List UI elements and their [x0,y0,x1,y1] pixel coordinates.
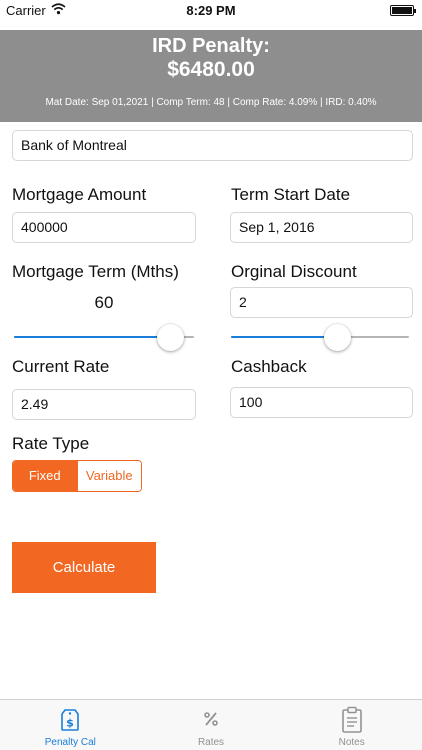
original-discount-slider[interactable] [231,322,409,352]
current-rate-label: Current Rate [12,357,110,376]
mortgage-amount-label: Mortgage Amount [12,185,147,204]
rate-type-fixed[interactable]: Fixed [13,461,77,491]
calculate-button[interactable]: Calculate [12,542,156,593]
rate-type-segmented-control[interactable]: Fixed Variable [12,460,142,492]
term-start-date-label: Term Start Date [231,185,351,204]
dollar-tag-icon: $ [59,708,81,737]
original-discount-field[interactable]: 2 [230,287,413,318]
slider-thumb[interactable] [324,324,352,351]
mortgage-term-slider[interactable] [14,322,194,352]
term-start-date-field[interactable]: Sep 1, 2016 [230,212,413,243]
tab-penalty-cal[interactable]: $ Penalty Cal [0,700,141,750]
tab-rates[interactable]: Rates [141,700,282,750]
clipboard-icon [341,706,363,739]
current-rate-field[interactable]: 2.49 [12,389,196,420]
tab-label: Notes [338,737,365,748]
status-bar: Carrier 8:29 PM [0,0,422,22]
tab-notes[interactable]: Notes [281,700,422,750]
cashback-field[interactable]: 100 [230,387,413,418]
slider-fill [231,336,338,338]
cashback-label: Cashback [231,357,307,376]
clock-time: 8:29 PM [186,3,236,18]
mortgage-amount-field[interactable]: 400000 [12,212,196,243]
penalty-amount: $6480.00 [167,58,255,81]
tab-label: Rates [197,737,225,748]
original-discount-label: Orginal Discount [231,262,357,281]
penalty-summary: Mat Date: Sep 01,2021 | Comp Term: 48 | … [45,97,377,108]
battery-icon [390,5,416,16]
penalty-title: IRD Penalty: [152,35,270,57]
rate-type-variable[interactable]: Variable [76,461,141,491]
penalty-header: IRD Penalty: $6480.00 Mat Date: Sep 01,2… [0,30,422,122]
percent-icon [203,710,219,733]
slider-fill [14,336,171,338]
bank-field[interactable]: Bank of Montreal [12,130,413,161]
mortgage-term-label: Mortgage Term (Mths) [12,262,179,281]
tab-label: Penalty Cal [44,737,96,748]
mortgage-term-value: 60 [94,293,114,312]
slider-thumb[interactable] [157,324,185,351]
rate-type-label: Rate Type [12,434,90,453]
svg-text:$: $ [67,717,75,730]
tab-bar: $ Penalty Cal Rates Notes [0,699,422,750]
